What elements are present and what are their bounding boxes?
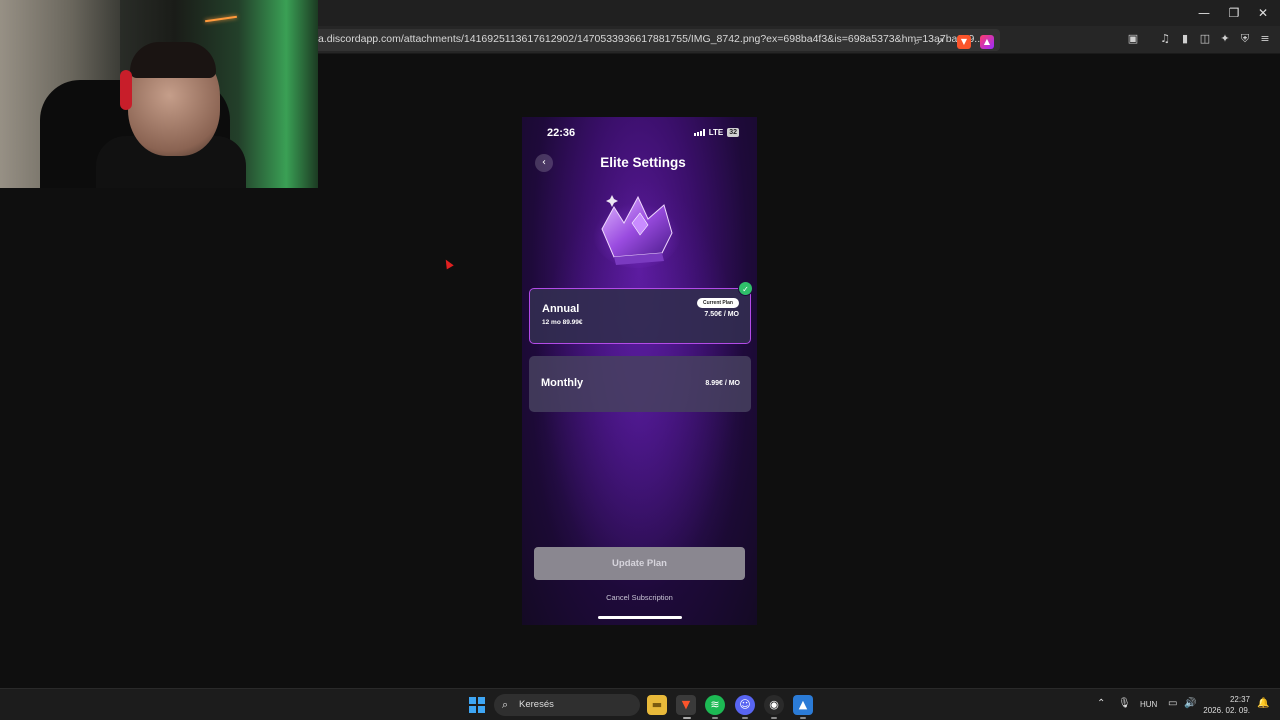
- plan-name: Monthly: [541, 377, 584, 389]
- windows-start-icon[interactable]: [469, 697, 485, 713]
- notifications-icon[interactable]: 🔔: [1257, 698, 1269, 709]
- webcam-light-strip: [205, 15, 237, 23]
- elite-crown-icon: [593, 195, 681, 268]
- screenshot-icon[interactable]: ▣: [1126, 32, 1140, 46]
- status-indicators: LTE 32: [693, 128, 739, 137]
- phone-screenshot: 22:36 LTE 32 ‹ Elite Settings Annual 12 …: [522, 117, 757, 625]
- file-explorer-icon[interactable]: ▬: [647, 695, 667, 715]
- current-plan-badge: Current Plan: [696, 298, 739, 308]
- tray-chevron-icon[interactable]: ⌃: [1097, 698, 1105, 709]
- close-window-button[interactable]: ✕: [1253, 4, 1273, 22]
- obs-icon[interactable]: ◉: [764, 695, 784, 715]
- plan-subtitle: 12 mo 89.99€: [542, 319, 583, 326]
- photos-icon[interactable]: ▲: [793, 695, 813, 715]
- share-icon[interactable]: ↗: [933, 35, 947, 49]
- vpn-shield-icon[interactable]: ⛨: [1238, 32, 1252, 46]
- taskbar-clock[interactable]: 22:37 2026. 02. 09.: [1200, 694, 1250, 716]
- clock-date: 2026. 02. 09.: [1203, 706, 1250, 715]
- search-placeholder: Keresés: [519, 699, 554, 710]
- search-icon: ⌕: [502, 698, 509, 711]
- sidebar-icon[interactable]: ▮: [1178, 32, 1192, 46]
- spotify-icon[interactable]: ≋: [705, 695, 725, 715]
- webcam-person-hair: [130, 42, 216, 78]
- plan-price: 7.50€ / MO: [704, 311, 739, 318]
- minimize-button[interactable]: —: [1194, 4, 1214, 22]
- mouse-cursor-icon: [442, 257, 454, 270]
- app-indicator: [771, 717, 777, 719]
- status-time: 22:36: [547, 127, 576, 139]
- brave-shield-icon[interactable]: ▼: [957, 35, 971, 49]
- menu-icon[interactable]: ≡: [1258, 32, 1272, 46]
- brave-browser-icon[interactable]: ▼: [676, 695, 696, 715]
- webcam-overlay: [0, 0, 318, 188]
- media-icon[interactable]: ♫: [1158, 32, 1172, 46]
- update-plan-button[interactable]: Update Plan: [534, 547, 745, 580]
- microphone-icon[interactable]: 🎙: [1118, 698, 1131, 709]
- app-indicator: [742, 717, 748, 719]
- app-indicator: [712, 717, 718, 719]
- signal-icon: [693, 129, 705, 136]
- brave-rewards-icon[interactable]: ▲: [980, 35, 994, 49]
- url-text[interactable]: a.discordapp.com/attachments/14169251136…: [318, 33, 983, 45]
- wallet-icon[interactable]: ◫: [1198, 32, 1212, 46]
- page-title: Elite Settings: [600, 155, 686, 170]
- address-bar[interactable]: a.discordapp.com/attachments/14169251136…: [300, 29, 1000, 51]
- plan-option-monthly[interactable]: Monthly 8.99€ / MO: [529, 356, 751, 412]
- selected-check-icon: ✓: [738, 281, 753, 296]
- home-indicator: [598, 616, 682, 619]
- leo-ai-icon[interactable]: ✦: [1218, 32, 1232, 46]
- cancel-subscription-link[interactable]: Cancel Subscription: [522, 593, 757, 602]
- taskbar-search[interactable]: ⌕ Keresés: [494, 694, 640, 716]
- plan-option-annual[interactable]: Annual 12 mo 89.99€ Current Plan 7.50€ /…: [529, 288, 751, 344]
- discord-icon[interactable]: ☺: [735, 695, 755, 715]
- plan-name: Annual: [542, 303, 580, 315]
- webcam-headset: [120, 70, 132, 110]
- battery-icon: 32: [727, 128, 739, 137]
- volume-icon[interactable]: 🔊: [1184, 698, 1196, 709]
- taskbar: ⌕ Keresés ▬ ▼ ≋ ☺ ◉ ▲ ⌃ 🎙 HUN ▭ 🔊 22:37 …: [0, 688, 1280, 720]
- restore-button[interactable]: ❐: [1224, 4, 1244, 22]
- network-type: LTE: [708, 128, 724, 137]
- input-language[interactable]: HUN: [1140, 700, 1157, 709]
- plan-price: 8.99€ / MO: [705, 380, 740, 387]
- network-icon[interactable]: ▭: [1168, 698, 1177, 709]
- app-indicator: [800, 717, 806, 719]
- active-app-indicator: [683, 717, 691, 719]
- zoom-icon[interactable]: ⌕: [910, 35, 924, 49]
- clock-time: 22:37: [1229, 695, 1250, 704]
